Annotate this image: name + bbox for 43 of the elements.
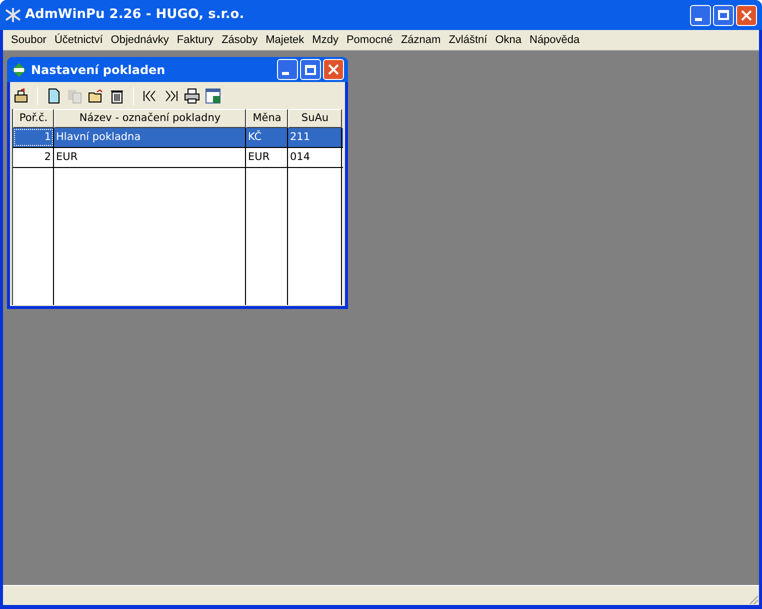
maximize-button[interactable] xyxy=(300,59,321,80)
new-document-icon[interactable] xyxy=(46,88,62,104)
table-cell: 014 xyxy=(288,148,342,167)
trash-icon[interactable] xyxy=(109,88,125,104)
open-folder-icon[interactable] xyxy=(88,88,104,104)
menu-item[interactable]: Nápověda xyxy=(526,32,584,48)
close-x-icon xyxy=(328,64,339,75)
menu-item[interactable]: Majetek xyxy=(262,32,308,48)
table-row[interactable]: 2 EUR EUR 014 xyxy=(13,148,343,168)
menu-item[interactable]: Soubor xyxy=(7,32,50,48)
window-title: AdmWinPu 2.26 - HUGO, s.r.o. xyxy=(25,6,246,24)
table-cell: EUR xyxy=(54,148,246,167)
close-button[interactable] xyxy=(323,59,344,80)
table-cell: Hlavní pokladna xyxy=(54,128,246,147)
menu-item[interactable]: Pomocné xyxy=(342,32,397,48)
menu-item[interactable]: Objednávky xyxy=(106,32,173,48)
table-cell: 211 xyxy=(288,128,342,147)
spreadsheet-icon[interactable] xyxy=(205,88,221,104)
menu-item[interactable]: Faktury xyxy=(172,32,218,48)
column-header[interactable]: Název - označení pokladny xyxy=(54,109,246,128)
child-window-title: Nastavení pokladen xyxy=(31,62,166,78)
column-header[interactable]: Poř.č. xyxy=(13,109,54,128)
minimize-button[interactable] xyxy=(277,59,298,80)
column-header[interactable]: Měna xyxy=(246,109,288,128)
resize-grip-icon[interactable] xyxy=(747,593,759,605)
maximize-button[interactable] xyxy=(713,4,734,26)
app-icon xyxy=(5,7,21,23)
table-row[interactable]: 1 Hlavní pokladna KČ 211 xyxy=(13,128,343,148)
column-header[interactable]: SuAu xyxy=(288,109,342,128)
menu-item[interactable]: Okna xyxy=(491,32,526,48)
menu-item[interactable]: Účetnictví xyxy=(50,32,107,48)
printer-icon[interactable] xyxy=(184,88,200,104)
menu-item[interactable]: Mzdy xyxy=(308,32,342,48)
menu-item[interactable]: Zvláštní xyxy=(444,32,492,48)
table-cell: EUR xyxy=(246,148,288,167)
table-cell: KČ xyxy=(246,128,288,147)
close-button[interactable] xyxy=(736,4,757,26)
table-cell: 1 xyxy=(13,128,54,147)
table-cell: 2 xyxy=(13,148,54,167)
minimize-button[interactable] xyxy=(690,4,711,26)
close-x-icon xyxy=(741,10,752,20)
menu-item[interactable]: Záznam xyxy=(396,32,445,48)
menu-item[interactable]: Zásoby xyxy=(218,32,262,48)
